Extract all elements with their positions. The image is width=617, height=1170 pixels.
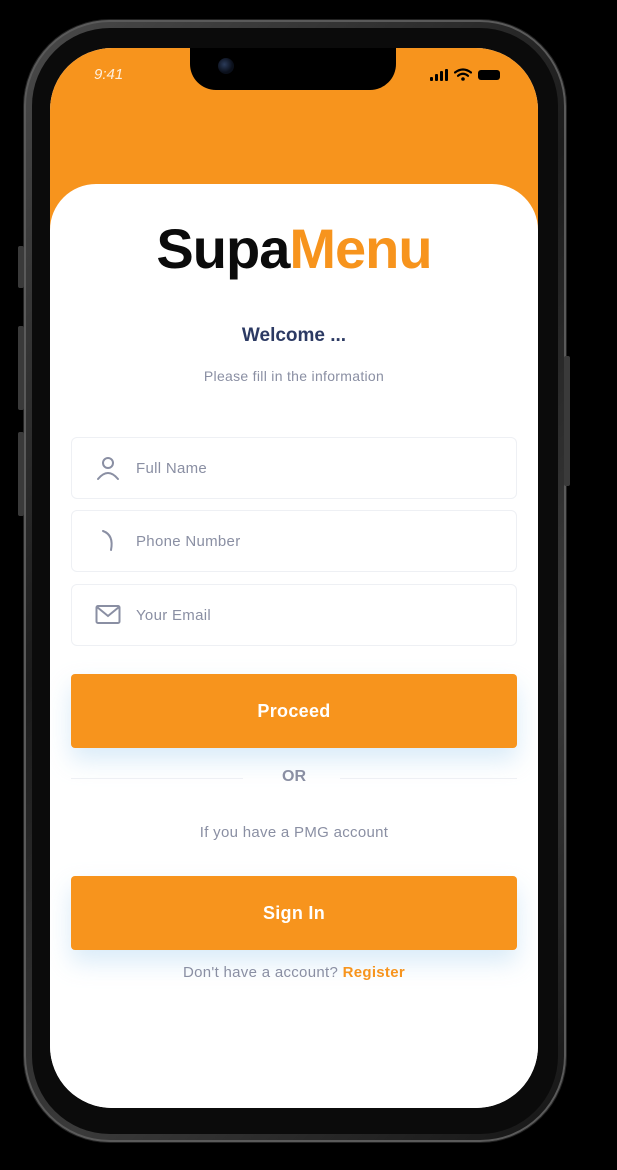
- power-button: [564, 356, 570, 486]
- logo-part-menu: Menu: [289, 217, 432, 280]
- email-field: [71, 584, 517, 646]
- status-icons: [430, 68, 500, 81]
- app-screen: 9:41 SupaMenu Welcome ... Please fill in…: [50, 48, 538, 1108]
- sign-in-button[interactable]: Sign In: [71, 876, 517, 950]
- wifi-icon: [454, 68, 472, 81]
- phone-icon: [90, 523, 126, 559]
- pmg-account-text: If you have a PMG account: [199, 824, 389, 841]
- phone-field: [71, 510, 517, 572]
- proceed-button[interactable]: Proceed: [71, 674, 517, 748]
- register-prompt: Don't have a account? Register: [50, 964, 538, 981]
- welcome-subtitle: Please fill in the information: [203, 368, 385, 384]
- volume-up-button: [18, 326, 24, 410]
- email-input[interactable]: [134, 605, 478, 625]
- brand-logo: SupaMenu: [50, 216, 538, 281]
- logo-part-supa: Supa: [156, 217, 290, 280]
- register-prompt-text: Don't have a account?: [183, 964, 339, 981]
- camera-lens: [218, 58, 234, 74]
- full-name-field: [71, 437, 517, 499]
- envelope-icon: [90, 597, 126, 633]
- signal-icon: [430, 68, 448, 81]
- user-icon: [90, 450, 126, 486]
- volume-down-button: [18, 432, 24, 516]
- full-name-input[interactable]: [134, 458, 478, 478]
- or-divider-label: OR: [282, 768, 306, 785]
- status-time: 9:41: [94, 66, 124, 83]
- welcome-title: Welcome ...: [241, 325, 347, 346]
- register-link[interactable]: Register: [343, 964, 405, 981]
- volume-mute-button: [18, 246, 24, 288]
- battery-icon: [478, 69, 500, 80]
- phone-input[interactable]: [134, 531, 478, 551]
